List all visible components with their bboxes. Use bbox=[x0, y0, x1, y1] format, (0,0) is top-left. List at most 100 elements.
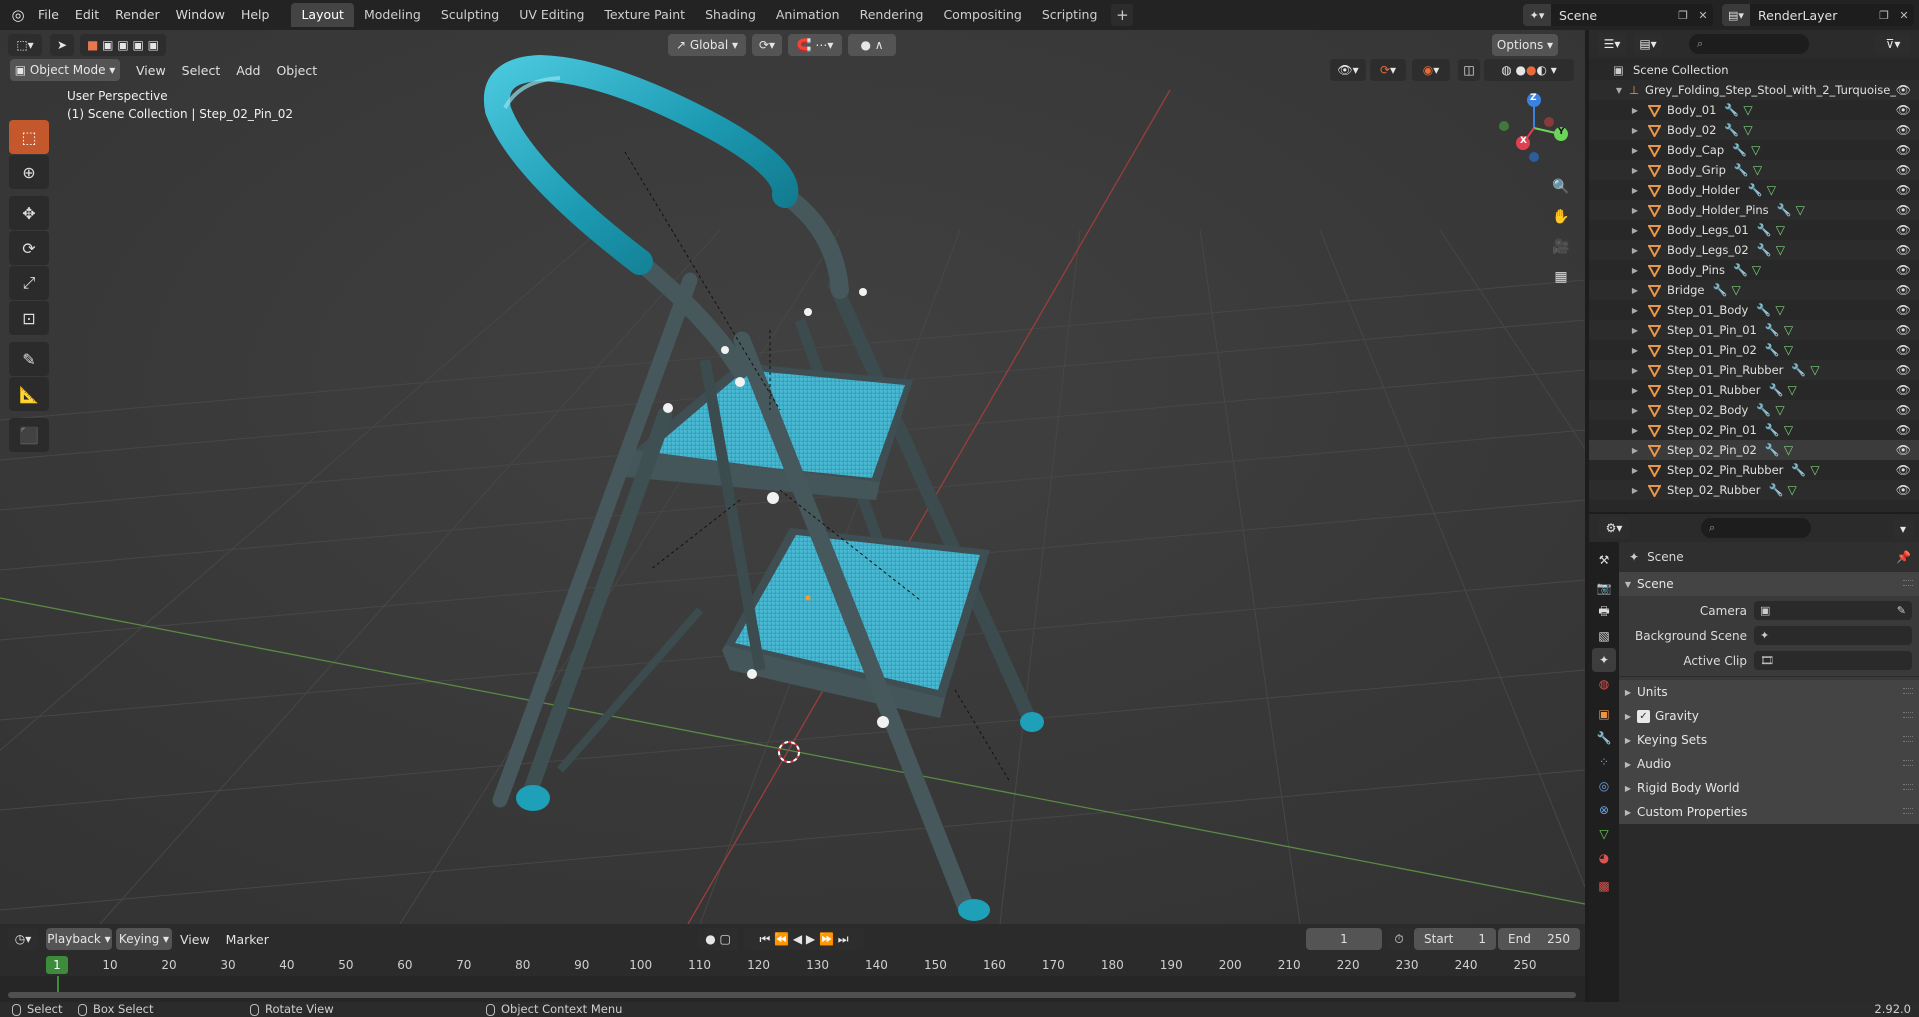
timeline-track-area[interactable] bbox=[0, 976, 1585, 1002]
menu-view[interactable]: View bbox=[128, 63, 174, 78]
modifier-wrench-icon[interactable]: 🔧 bbox=[1768, 383, 1783, 397]
panel-keying-sets-header[interactable]: ▶ Keying Sets bbox=[1619, 728, 1919, 752]
pan-hand-icon[interactable]: ✋ bbox=[1548, 204, 1574, 230]
outliner-item[interactable]: ▶ Step_01_Rubber 🔧 ▽ 👁 bbox=[1589, 380, 1919, 400]
mesh-data-icon[interactable]: ▽ bbox=[1810, 363, 1819, 377]
modifier-wrench-icon[interactable]: 🔧 bbox=[1777, 203, 1792, 217]
panel-units-header[interactable]: ▶ Units bbox=[1619, 680, 1919, 704]
modifier-wrench-icon[interactable]: 🔧 bbox=[1724, 103, 1739, 117]
panel-custom-properties-header[interactable]: ▶ Custom Properties bbox=[1619, 800, 1919, 824]
drag-handle-icon[interactable] bbox=[1903, 712, 1913, 718]
root-object-row[interactable]: ▼ ⊥ Grey_Folding_Step_Stool_with_2_Turqu… bbox=[1589, 80, 1919, 100]
move-tool[interactable]: ✥ bbox=[9, 196, 49, 230]
outliner-item[interactable]: ▶ Bridge 🔧 ▽ 👁 bbox=[1589, 280, 1919, 300]
outliner-item[interactable]: ▶ Body_02 🔧 ▽ 👁 bbox=[1589, 120, 1919, 140]
visibility-eye-icon[interactable]: 👁 bbox=[1896, 403, 1911, 417]
expand-arrow-icon[interactable]: ▶ bbox=[1629, 386, 1641, 395]
outliner-editor-type-button[interactable]: ☰▾ bbox=[1597, 33, 1627, 55]
visibility-eye-icon[interactable]: 👁 bbox=[1896, 223, 1911, 237]
menu-file[interactable]: File bbox=[30, 3, 67, 27]
expand-arrow-icon[interactable]: ▶ bbox=[1629, 426, 1641, 435]
mesh-data-icon[interactable]: ▽ bbox=[1784, 343, 1793, 357]
outliner-item[interactable]: ▶ Step_01_Pin_01 🔧 ▽ 👁 bbox=[1589, 320, 1919, 340]
visibility-eye-icon[interactable]: 👁 bbox=[1896, 163, 1911, 177]
scene-name[interactable]: Scene bbox=[1551, 8, 1673, 23]
mesh-data-icon[interactable]: ▽ bbox=[1787, 483, 1796, 497]
mesh-data-icon[interactable]: ▽ bbox=[1752, 263, 1761, 277]
tab-rendering[interactable]: Rendering bbox=[850, 3, 934, 27]
tab-texture-paint[interactable]: Texture Paint bbox=[594, 3, 695, 27]
object-tab-icon[interactable]: ▣ bbox=[1592, 702, 1616, 726]
expand-arrow-icon[interactable]: ▶ bbox=[1629, 206, 1641, 215]
current-frame-field[interactable]: 1 bbox=[1306, 928, 1382, 950]
expand-arrow-icon[interactable]: ▶ bbox=[1629, 406, 1641, 415]
visibility-eye-icon[interactable]: 👁 bbox=[1896, 203, 1911, 217]
menu-window[interactable]: Window bbox=[168, 3, 233, 27]
tab-sculpting[interactable]: Sculpting bbox=[431, 3, 509, 27]
modifier-tab-icon[interactable]: 🔧 bbox=[1592, 726, 1616, 750]
expand-arrow-icon[interactable]: ▶ bbox=[1629, 146, 1641, 155]
mesh-data-icon[interactable]: ▽ bbox=[1810, 463, 1819, 477]
visibility-eye-icon[interactable]: 👁 bbox=[1896, 303, 1911, 317]
material-tab-icon[interactable]: ◕ bbox=[1592, 846, 1616, 870]
visibility-eye-icon[interactable]: 👁 bbox=[1896, 463, 1911, 477]
camera-view-icon[interactable]: 🎥 bbox=[1548, 234, 1574, 260]
visibility-eye-icon[interactable]: 👁 bbox=[1896, 443, 1911, 457]
mesh-data-icon[interactable]: ▽ bbox=[1787, 383, 1796, 397]
gravity-checkbox[interactable]: ✓ bbox=[1637, 709, 1650, 723]
outliner-item[interactable]: ▶ Step_02_Pin_01 🔧 ▽ 👁 bbox=[1589, 420, 1919, 440]
properties-options-dropdown[interactable]: ▾ bbox=[1893, 518, 1913, 540]
outliner-item[interactable]: ▶ Body_Holder 🔧 ▽ 👁 bbox=[1589, 180, 1919, 200]
menu-select[interactable]: Select bbox=[174, 63, 229, 78]
delete-view-layer-icon[interactable]: ✕ bbox=[1894, 4, 1914, 26]
modifier-wrench-icon[interactable]: 🔧 bbox=[1748, 183, 1763, 197]
expand-arrow-icon[interactable]: ▶ bbox=[1629, 466, 1641, 475]
panel-audio-header[interactable]: ▶ Audio bbox=[1619, 752, 1919, 776]
tool-tab-icon[interactable]: ⚒ bbox=[1592, 548, 1616, 572]
visibility-eye-icon[interactable]: 👁 bbox=[1896, 283, 1911, 297]
output-tab-icon[interactable]: 🖶 bbox=[1592, 600, 1616, 624]
visibility-dropdown[interactable]: 👁▾ bbox=[1330, 59, 1366, 81]
tab-animation[interactable]: Animation bbox=[766, 3, 850, 27]
properties-editor-type-button[interactable]: ⚙▾ bbox=[1599, 517, 1629, 539]
visibility-eye-icon[interactable]: 👁 bbox=[1896, 323, 1911, 337]
outliner-item[interactable]: ▶ Body_Pins 🔧 ▽ 👁 bbox=[1589, 260, 1919, 280]
expand-arrow-icon[interactable]: ▶ bbox=[1629, 326, 1641, 335]
world-tab-icon[interactable]: ◍ bbox=[1592, 672, 1616, 696]
visibility-eye-icon[interactable]: 👁 bbox=[1896, 183, 1911, 197]
outliner-item[interactable]: ▶ Body_Legs_01 🔧 ▽ 👁 bbox=[1589, 220, 1919, 240]
tab-compositing[interactable]: Compositing bbox=[933, 3, 1031, 27]
add-workspace-button[interactable]: + bbox=[1111, 4, 1134, 26]
snap-toggle[interactable]: 🧲 ⋯▾ bbox=[788, 34, 842, 56]
outliner-item[interactable]: ▶ Body_Cap 🔧 ▽ 👁 bbox=[1589, 140, 1919, 160]
preview-range-icon[interactable]: ⏱ bbox=[1388, 928, 1410, 950]
mesh-data-icon[interactable]: ▽ bbox=[1743, 123, 1752, 137]
add-cube-tool[interactable]: ⬛ bbox=[9, 418, 49, 452]
mesh-data-icon[interactable]: ▽ bbox=[1743, 103, 1752, 117]
keying-dropdown[interactable]: Keying ▾ bbox=[116, 928, 172, 950]
selection-mode-buttons[interactable]: ■ ▣ ▣ ▣ ▣ bbox=[80, 34, 166, 56]
visibility-eye-icon[interactable]: 👁 bbox=[1896, 243, 1911, 257]
constraints-tab-icon[interactable]: ⊗ bbox=[1592, 798, 1616, 822]
proportional-editing[interactable]: ● ∧ bbox=[848, 34, 896, 56]
playback-controls[interactable]: ⏮ ⏪ ◀ ▶ ⏩ ⏭ bbox=[744, 928, 864, 950]
visibility-eye-icon[interactable]: 👁 bbox=[1896, 363, 1911, 377]
outliner-search-input[interactable]: ⌕ bbox=[1689, 34, 1809, 54]
frame-ruler[interactable]: 1 10 20 30 40 50 60 70 80 90 100 110 120 130 140 150 160… bbox=[0, 954, 1585, 976]
physics-tab-icon[interactable]: ◎ bbox=[1592, 774, 1616, 798]
view-layer-name[interactable]: RenderLayer bbox=[1750, 8, 1874, 23]
scene-selector[interactable]: ✦▾ Scene ❐ ✕ bbox=[1523, 4, 1713, 26]
outliner-item[interactable]: ▶ Step_01_Pin_Rubber 🔧 ▽ 👁 bbox=[1589, 360, 1919, 380]
mesh-data-icon[interactable]: ▽ bbox=[1776, 223, 1785, 237]
tab-scripting[interactable]: Scripting bbox=[1032, 3, 1108, 27]
visibility-eye-icon[interactable]: 👁 bbox=[1896, 383, 1911, 397]
expand-arrow-icon[interactable]: ▶ bbox=[1629, 186, 1641, 195]
mesh-data-icon[interactable]: ▽ bbox=[1796, 203, 1805, 217]
blender-logo-icon[interactable]: ◎ bbox=[6, 3, 30, 27]
filter-dropdown[interactable]: ⊽▾ bbox=[1875, 33, 1911, 55]
tab-modeling[interactable]: Modeling bbox=[354, 3, 431, 27]
auto-keying-toggle[interactable]: ● ▢ bbox=[698, 928, 738, 950]
expand-arrow-icon[interactable]: ▶ bbox=[1629, 346, 1641, 355]
visibility-eye-icon[interactable]: 👁 bbox=[1896, 83, 1911, 97]
modifier-wrench-icon[interactable]: 🔧 bbox=[1756, 303, 1771, 317]
